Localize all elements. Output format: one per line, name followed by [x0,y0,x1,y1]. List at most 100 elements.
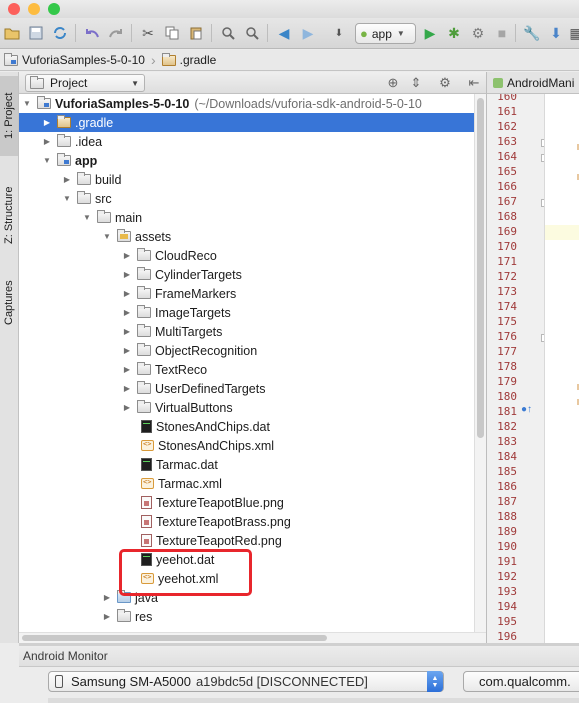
chevron-right-icon[interactable]: ▶ [121,346,133,355]
avd-manager-icon[interactable]: ⬇ [546,23,566,43]
tree-row-stonesandchips-dat[interactable]: StonesAndChips.dat [19,417,474,436]
tree-row-teapot-red[interactable]: TextureTeapotRed.png [19,531,474,550]
tree-row-stonesandchips-xml[interactable]: StonesAndChips.xml [19,436,474,455]
chevron-down-icon[interactable]: ▼ [21,99,33,108]
chevron-down-icon: ▼ [396,29,405,38]
tree-row-main[interactable]: ▼ main [19,208,474,227]
tree-row-app[interactable]: ▼ app [19,151,474,170]
scrollbar-thumb[interactable] [22,635,327,641]
device-select[interactable]: Samsung SM-A5000 a19bdc5d [DISCONNECTED]… [48,671,444,692]
copy-icon[interactable] [162,23,182,43]
breadcrumb-item-gradle[interactable]: .gradle [161,52,216,67]
tree-row-imagetargets[interactable]: ▶ ImageTargets [19,303,474,322]
open-icon[interactable] [2,23,22,43]
line-number: 176 [497,330,517,343]
tree-row-src[interactable]: ▼ src [19,189,474,208]
tree-row-tarmac-dat[interactable]: Tarmac.dat [19,455,474,474]
tab-structure[interactable]: Z: Structure [0,170,18,260]
debug-icon[interactable]: ✱ [444,23,464,43]
chevron-right-icon[interactable]: ▶ [41,118,53,127]
tree-row-cylindertargets[interactable]: ▶ CylinderTargets [19,265,474,284]
sync-icon[interactable] [50,23,70,43]
scroll-from-source-icon[interactable]: ⊕ [385,75,401,91]
chevron-down-icon[interactable]: ▼ [101,232,113,241]
tab-project[interactable]: 1: Project [0,76,18,156]
tree-horizontal-scrollbar[interactable] [19,632,486,643]
process-select[interactable]: com.qualcomm. [463,671,579,692]
tree-row-gradle[interactable]: ▶ .gradle [19,113,474,132]
override-method-icon[interactable]: ●↑ [521,404,532,415]
replace-icon[interactable] [242,23,262,43]
run-configuration-label: app [371,26,392,41]
collapse-all-icon[interactable]: ⇕ [408,75,424,91]
sdk-manager-icon[interactable]: 🔧 [522,23,542,43]
tree-row-assets[interactable]: ▼ assets [19,227,474,246]
minimize-window-button[interactable] [28,3,40,15]
back-icon[interactable]: ◀ [274,23,294,43]
cut-icon[interactable]: ✂ [138,23,158,43]
tree-row-teapot-brass[interactable]: TextureTeapotBrass.png [19,512,474,531]
tree-row-cloudreco[interactable]: ▶ CloudReco [19,246,474,265]
forward-icon[interactable]: ▶ [298,23,318,43]
tree-row-framemarkers[interactable]: ▶ FrameMarkers [19,284,474,303]
paste-icon[interactable] [186,23,206,43]
chevron-right-icon[interactable]: ▶ [121,308,133,317]
project-structure-icon[interactable]: ▦ [566,23,579,43]
make-project-icon[interactable]: ⬇ [329,23,349,43]
chevron-right-icon[interactable]: ▶ [121,384,133,393]
folder-icon [57,134,71,147]
tree-row-multitargets[interactable]: ▶ MultiTargets [19,322,474,341]
tree-row-tarmac-xml[interactable]: Tarmac.xml [19,474,474,493]
close-window-button[interactable] [8,3,20,15]
breadcrumb-item-project[interactable]: VuforiaSamples-5-0-10 [4,52,145,67]
chevron-down-icon[interactable]: ▼ [81,213,93,222]
tree-row-idea[interactable]: ▶ .idea [19,132,474,151]
run-configuration-select[interactable]: ● app ▼ [355,23,416,44]
editor-tab-label[interactable]: AndroidMani [507,76,574,90]
chevron-right-icon[interactable]: ▶ [121,251,133,260]
tree-row-res[interactable]: ▶ res [19,607,474,626]
tree-row-yeehot-xml[interactable]: yeehot.xml [19,569,474,588]
stop-icon[interactable]: ■ [492,23,512,43]
tree-row-yeehot-dat[interactable]: yeehot.dat [19,550,474,569]
chevron-right-icon[interactable]: ▶ [101,612,113,621]
toolbar-separator [267,24,268,42]
editor-code-area[interactable] [545,94,579,643]
redo-icon[interactable] [106,23,126,43]
scrollbar-thumb[interactable] [477,98,484,438]
chevron-right-icon[interactable]: ▶ [121,365,133,374]
tree-row-teapot-blue[interactable]: TextureTeapotBlue.png [19,493,474,512]
undo-icon[interactable] [82,23,102,43]
tree-row-objectrecognition[interactable]: ▶ ObjectRecognition [19,341,474,360]
chevron-right-icon[interactable]: ▶ [61,175,73,184]
chevron-right-icon[interactable]: ▶ [121,270,133,279]
xml-file-icon [141,478,154,489]
gear-icon[interactable]: ⚙ [437,75,453,91]
attach-icon[interactable]: ⚙ [468,23,488,43]
chevron-down-icon[interactable]: ▼ [41,156,53,165]
project-view-select[interactable]: Project ▼ [25,74,145,92]
chevron-right-icon[interactable]: ▶ [101,593,113,602]
chevron-right-icon[interactable]: ▶ [41,137,53,146]
folder-icon [137,248,151,261]
find-icon[interactable] [218,23,238,43]
tree-row-userdefinedtargets[interactable]: ▶ UserDefinedTargets [19,379,474,398]
zoom-window-button[interactable] [48,3,60,15]
run-icon[interactable]: ▶ [420,23,440,43]
chevron-right-icon[interactable]: ▶ [121,289,133,298]
tree-item-label: FrameMarkers [155,286,237,301]
tab-captures[interactable]: Captures [0,268,18,338]
tree-row-textreco[interactable]: ▶ TextReco [19,360,474,379]
tree-row-virtualbuttons[interactable]: ▶ VirtualButtons [19,398,474,417]
project-tree[interactable]: ▼ VuforiaSamples-5-0-10 (~/Downloads/vuf… [19,94,474,632]
chevron-down-icon[interactable]: ▼ [61,194,73,203]
hide-panel-icon[interactable]: ⇤ [466,75,482,91]
tree-vertical-scrollbar[interactable] [474,94,486,632]
tree-row-build[interactable]: ▶ build [19,170,474,189]
tree-row-java[interactable]: ▶ java [19,588,474,607]
chevron-right-icon[interactable]: ▶ [121,327,133,336]
tree-row-project-root[interactable]: ▼ VuforiaSamples-5-0-10 (~/Downloads/vuf… [19,94,474,113]
project-view-label: Project [50,76,88,90]
chevron-right-icon[interactable]: ▶ [121,403,133,412]
save-icon[interactable] [26,23,46,43]
